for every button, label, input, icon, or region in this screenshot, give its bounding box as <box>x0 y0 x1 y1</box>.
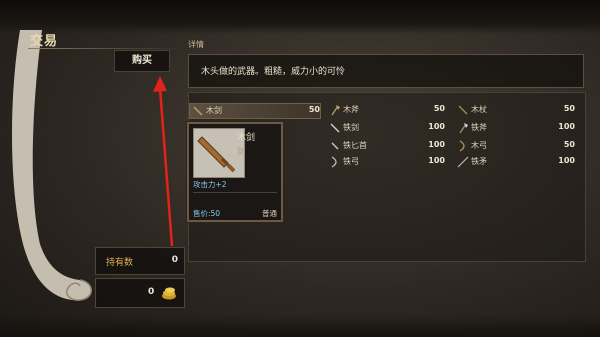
item-name: 铁矛 <box>471 157 487 166</box>
card-divider <box>193 192 277 193</box>
list-item-wood-axe[interactable]: 木斧 50 <box>327 103 445 117</box>
bow-icon <box>459 140 465 152</box>
item-name: 木斧 <box>343 105 359 114</box>
holdings-box: 持有数 0 <box>95 247 185 275</box>
item-name: 铁剑 <box>343 123 359 132</box>
red-arrow-pointer <box>153 76 174 247</box>
holdings-label: 持有数 <box>106 258 134 268</box>
item-price: 100 <box>558 156 575 165</box>
card-grade: 普通 <box>262 209 277 218</box>
spear-icon <box>457 156 469 168</box>
list-item-wood-bow[interactable]: 木弓 50 <box>455 139 575 153</box>
card-item-name: 木剑 <box>237 133 256 143</box>
card-attack-stat: 攻击力+2 <box>193 180 227 189</box>
item-name: 铁弓 <box>343 157 359 166</box>
gold-coins-icon <box>162 287 176 300</box>
item-price: 100 <box>428 156 445 165</box>
sword-icon <box>330 123 340 133</box>
axe-icon <box>331 105 340 116</box>
axe-icon <box>459 123 468 134</box>
item-price: 50 <box>563 104 575 113</box>
item-name: 木弓 <box>471 141 487 150</box>
item-name: 铁匕首 <box>343 141 367 150</box>
item-price: 50 <box>563 140 575 149</box>
list-item-iron-sword[interactable]: 铁剑 100 <box>327 121 445 135</box>
list-item-iron-spear[interactable]: 铁矛 100 <box>455 155 575 169</box>
item-name: 铁斧 <box>471 123 487 132</box>
item-price: 50 <box>433 104 445 113</box>
dagger-icon <box>331 142 339 150</box>
item-price: 100 <box>428 122 445 131</box>
gold-box: 0 <box>95 278 185 308</box>
card-item-type: 剑 <box>237 147 245 156</box>
top-brush-stroke <box>0 0 600 34</box>
card-sell-price: 售价:50 <box>193 209 221 218</box>
list-item-iron-axe[interactable]: 铁斧 100 <box>455 121 575 135</box>
gold-value: 0 <box>148 287 155 297</box>
item-name: 木剑 <box>206 106 222 115</box>
item-description: 木头做的武器。粗糙，威力小的可怜 <box>188 54 584 88</box>
screen-title: 交易 <box>30 34 59 49</box>
buy-button[interactable]: 购买 <box>114 50 170 72</box>
scroll-decoration <box>12 30 92 301</box>
item-price: 50 <box>308 105 320 114</box>
detail-label: 详情 <box>188 40 204 49</box>
bow-icon <box>331 156 337 168</box>
holdings-value: 0 <box>171 255 178 265</box>
list-item-wood-sword[interactable]: 木剑 50 <box>189 103 321 119</box>
sword-icon <box>193 106 203 116</box>
title-divider <box>28 48 184 49</box>
item-detail-card: 木剑 剑 攻击力+2 售价:50 普通 <box>187 122 283 222</box>
item-price: 100 <box>558 122 575 131</box>
item-price: 100 <box>428 140 445 149</box>
staff-icon <box>458 105 468 115</box>
list-item-iron-dagger[interactable]: 铁匕首 100 <box>327 139 445 153</box>
list-item-wood-staff[interactable]: 木杖 50 <box>455 103 575 117</box>
item-name: 木杖 <box>471 105 487 114</box>
list-item-iron-bow[interactable]: 铁弓 100 <box>327 155 445 169</box>
